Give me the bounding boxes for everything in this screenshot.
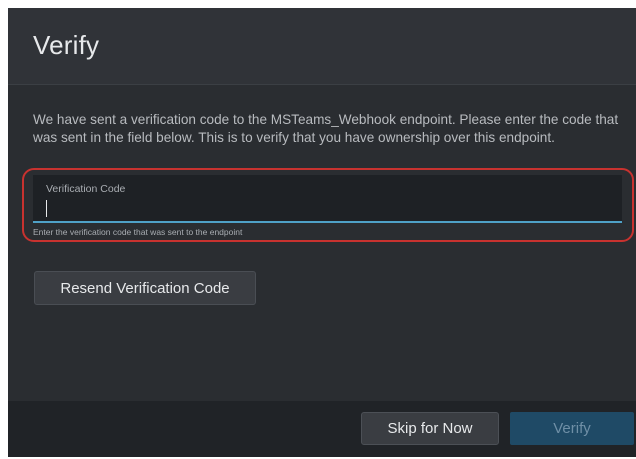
verification-code-field[interactable]: Verification Code: [33, 175, 622, 223]
dialog-footer: Skip for Now Verify: [8, 401, 636, 457]
verification-code-input[interactable]: [41, 197, 619, 217]
verify-dialog: Verify We have sent a verification code …: [8, 8, 636, 457]
verification-code-helper-text: Enter the verification code that was sen…: [33, 227, 243, 237]
text-caret: [46, 200, 47, 217]
dialog-header: Verify: [8, 8, 636, 85]
verify-button[interactable]: Verify: [510, 412, 634, 445]
verification-code-label: Verification Code: [46, 183, 126, 195]
dialog-title: Verify: [33, 30, 100, 60]
resend-verification-code-button[interactable]: Resend Verification Code: [34, 271, 256, 305]
dialog-description: We have sent a verification code to the …: [33, 112, 619, 145]
skip-for-now-button[interactable]: Skip for Now: [361, 412, 499, 445]
